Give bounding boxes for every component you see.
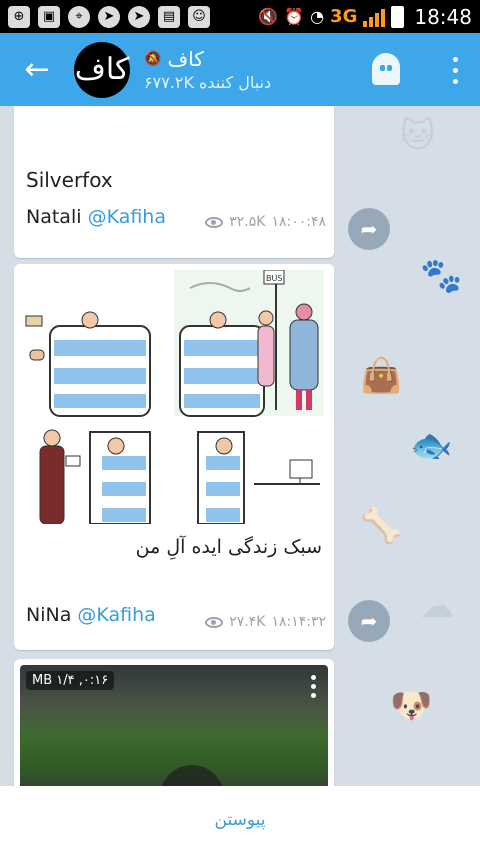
channel-header: ← کاف 🔕 کاف ۶۷۷.۲K دنبال کننده bbox=[0, 33, 480, 106]
video-thumbnail[interactable]: ۰:۱۶, ۱/۴ MB bbox=[20, 665, 328, 786]
message-meta: ۳۲.۵K ۱۸:۰۰:۴۸ bbox=[205, 214, 326, 230]
message-time: ۱۸:۰۰:۴۸ bbox=[271, 214, 326, 230]
signature-handle-link[interactable]: @Kafiha bbox=[88, 206, 166, 228]
eye-icon bbox=[205, 616, 224, 628]
signal-icon bbox=[363, 7, 386, 27]
channel-subtitle: ۶۷۷.۲K دنبال کننده bbox=[144, 73, 272, 92]
comic-panel-bus: BUS bbox=[174, 269, 324, 417]
signature-name: NiNa bbox=[26, 604, 72, 626]
message-signature: Natali @Kafiha bbox=[26, 206, 166, 228]
status-bar: ⊕ ▣ ⌖ ➤ ➤ ▤ ☺ 🔇 ⏰ ◔ 3G 18:48 bbox=[0, 0, 480, 33]
video-menu-icon[interactable] bbox=[311, 675, 316, 698]
comic-image[interactable]: BUS bbox=[20, 269, 328, 525]
message-icon: ☺ bbox=[188, 5, 210, 28]
fish-doodle-icon: 🐟 bbox=[410, 426, 453, 466]
message-time: ۱۸:۱۴:۳۲ bbox=[271, 614, 326, 630]
alarm-icon: ⏰ bbox=[284, 7, 305, 26]
avatar-text: کاف bbox=[74, 52, 130, 87]
volume-mute-icon: 🔇 bbox=[258, 7, 279, 26]
view-count: ۲۷.۴K bbox=[229, 614, 266, 630]
clock: 18:48 bbox=[414, 4, 472, 29]
cloud-doodle-icon: ☁ bbox=[420, 586, 454, 626]
message-bubble[interactable]: BUS سبک زندگی ایده آلِ من NiNa @Kafiha ۲… bbox=[14, 264, 334, 650]
signature-name: Natali bbox=[26, 206, 82, 228]
cat-doodle-icon: 🐱 bbox=[400, 116, 436, 156]
more-vertical-icon[interactable] bbox=[450, 57, 460, 84]
chat-area[interactable]: 🐱 🐾 👜 🐟 🦴 ☁ 🐶 Silverfox Natali @Kafiha ۳… bbox=[0, 106, 480, 786]
eye-icon bbox=[205, 216, 224, 228]
comic-panel-computer bbox=[197, 431, 320, 525]
back-button[interactable]: ← bbox=[0, 33, 74, 106]
comic-bus-sign: BUS bbox=[266, 274, 282, 283]
status-icons-right: 🔇 ⏰ ◔ 3G 18:48 bbox=[258, 5, 472, 29]
channel-title-block[interactable]: 🔕 کاف ۶۷۷.۲K دنبال کننده bbox=[144, 47, 271, 92]
share-button[interactable]: ➦ bbox=[348, 208, 390, 250]
paw-doodle-icon: 🐾 bbox=[420, 256, 463, 296]
network-type: 3G bbox=[330, 6, 358, 27]
message-caption: سبک زندگی ایده آلِ من bbox=[135, 536, 322, 558]
wifi-icon: ◔ bbox=[310, 7, 325, 26]
location-icon: ⌖ bbox=[68, 5, 90, 28]
telegram-icon: ➤ bbox=[98, 5, 120, 28]
share-icon: ➦ bbox=[360, 217, 378, 241]
bottom-bar: پیوستن bbox=[0, 786, 480, 853]
ghost-icon[interactable] bbox=[372, 53, 400, 85]
channel-avatar[interactable]: کاف bbox=[74, 41, 130, 98]
message-bubble[interactable]: Silverfox Natali @Kafiha ۳۲.۵K ۱۸:۰۰:۴۸ bbox=[14, 106, 334, 258]
video-info-badge: ۰:۱۶, ۱/۴ MB bbox=[26, 671, 115, 690]
view-count: ۳۲.۵K bbox=[229, 214, 266, 230]
status-icons-left: ⊕ ▣ ⌖ ➤ ➤ ▤ ☺ bbox=[8, 5, 210, 28]
message-signature: NiNa @Kafiha bbox=[26, 604, 156, 626]
comic-panel-bed bbox=[25, 311, 151, 417]
bag-doodle-icon: 👜 bbox=[360, 356, 403, 396]
message-meta: ۲۷.۴K ۱۸:۱۴:۳۲ bbox=[205, 614, 326, 630]
signature-handle-link[interactable]: @Kafiha bbox=[77, 604, 155, 626]
share-button[interactable]: ➦ bbox=[348, 600, 390, 642]
arrow-left-icon: ← bbox=[24, 52, 50, 87]
battery-icon bbox=[391, 5, 405, 28]
message-bubble[interactable]: ۰:۱۶, ۱/۴ MB bbox=[14, 659, 334, 786]
comic-panel-hospital bbox=[39, 429, 151, 525]
gallery-icon: ▤ bbox=[158, 5, 180, 28]
channel-title: کاف bbox=[167, 47, 204, 71]
dog-doodle-icon: 🐶 bbox=[390, 686, 433, 726]
notification-icon: ⊕ bbox=[8, 5, 30, 28]
message-text: Silverfox bbox=[26, 168, 113, 192]
join-button[interactable]: پیوستن bbox=[215, 810, 266, 830]
image-icon: ▣ bbox=[38, 5, 60, 28]
comic-illustration: BUS bbox=[25, 269, 324, 525]
telegram-icon-2: ➤ bbox=[128, 5, 150, 28]
mute-icon: 🔕 bbox=[144, 51, 162, 67]
bone-doodle-icon: 🦴 bbox=[360, 506, 403, 546]
share-icon: ➦ bbox=[360, 609, 378, 633]
